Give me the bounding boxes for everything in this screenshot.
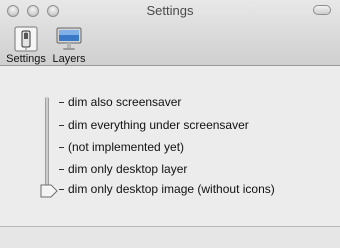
slider-tick (59, 147, 64, 148)
slider-option-dim-also-screensaver[interactable]: dim also screensaver (68, 95, 181, 109)
toolbar-item-settings[interactable]: Settings (5, 26, 47, 66)
toolbar-item-layers-label: Layers (52, 53, 86, 65)
toolbar-item-settings-label: Settings (6, 53, 46, 65)
titlebar: Settings Settings Layers (0, 0, 340, 66)
slider-tick (59, 102, 64, 103)
window-bottom-bar (0, 226, 340, 248)
settings-pane: dim also screensaver dim everything unde… (0, 66, 340, 226)
window-title: Settings (146, 3, 194, 18)
slider-option-dim-only-desktop-layer[interactable]: dim only desktop layer (68, 162, 187, 176)
slider-option-not-implemented[interactable]: (not implemented yet) (68, 140, 184, 154)
slider-tick (59, 125, 64, 126)
dim-level-slider-knob[interactable] (40, 184, 58, 198)
slider-option-dim-everything-under-screensaver[interactable]: dim everything under screensaver (68, 118, 249, 132)
slider-tick (59, 189, 64, 190)
slider-option-dim-only-desktop-image[interactable]: dim only desktop image (without icons) (68, 182, 275, 196)
toolbar-item-layers[interactable]: Layers (52, 26, 86, 66)
toolbar-toggle-button[interactable] (313, 5, 331, 15)
slider-tick (59, 169, 64, 170)
settings-window: Settings Settings Layers dim also screen… (0, 0, 340, 248)
dim-level-slider-track[interactable] (45, 97, 49, 192)
